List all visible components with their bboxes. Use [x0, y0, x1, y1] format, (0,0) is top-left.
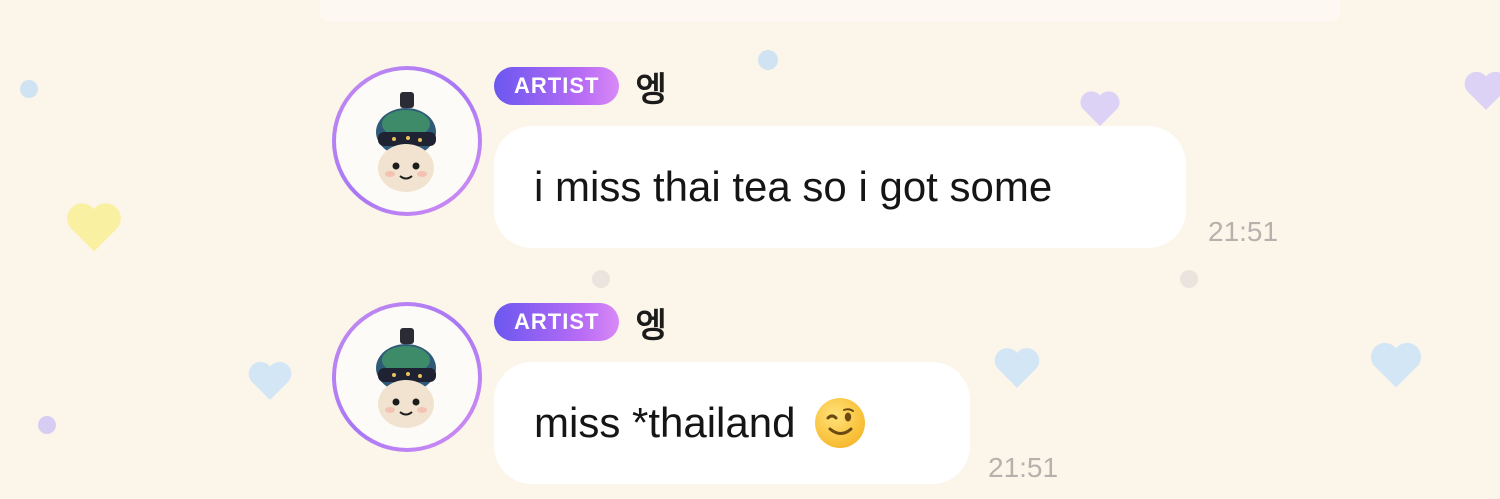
message-bubble[interactable]: i miss thai tea so i got some — [494, 126, 1186, 248]
message-timestamp: 21:51 — [988, 452, 1059, 483]
top-strip — [320, 0, 1340, 22]
character-avatar-icon — [376, 92, 436, 192]
message-bubble[interactable]: miss *thailand — [494, 362, 970, 484]
heart-icon — [1464, 71, 1500, 110]
character-avatar-icon — [376, 328, 436, 428]
background-dot — [1180, 270, 1198, 288]
background-dot — [20, 80, 38, 98]
background-dot — [592, 270, 610, 288]
avatar-image — [336, 70, 478, 212]
background-dot — [758, 50, 778, 70]
sender-name[interactable]: 엥 — [635, 298, 666, 347]
heart-icon — [994, 348, 1040, 388]
sender-row: ARTIST 엥 — [494, 302, 667, 346]
heart-icon — [248, 361, 292, 400]
avatar[interactable] — [332, 302, 482, 452]
artist-badge: ARTIST — [494, 67, 620, 105]
message-timestamp: 21:51 — [1208, 216, 1279, 247]
message-text: miss *thailand — [534, 399, 796, 446]
message-text: i miss thai tea so i got some — [534, 163, 1053, 210]
avatar-image — [336, 306, 478, 448]
sender-name[interactable]: 엥 — [635, 62, 666, 111]
heart-icon — [1080, 91, 1120, 127]
winking-face-emoji-icon — [815, 398, 866, 448]
sender-row: ARTIST 엥 — [494, 66, 667, 110]
artist-badge: ARTIST — [494, 303, 620, 341]
heart-icon — [1370, 342, 1422, 388]
avatar[interactable] — [332, 66, 482, 216]
background-dot — [38, 416, 56, 434]
heart-icon — [67, 203, 121, 252]
